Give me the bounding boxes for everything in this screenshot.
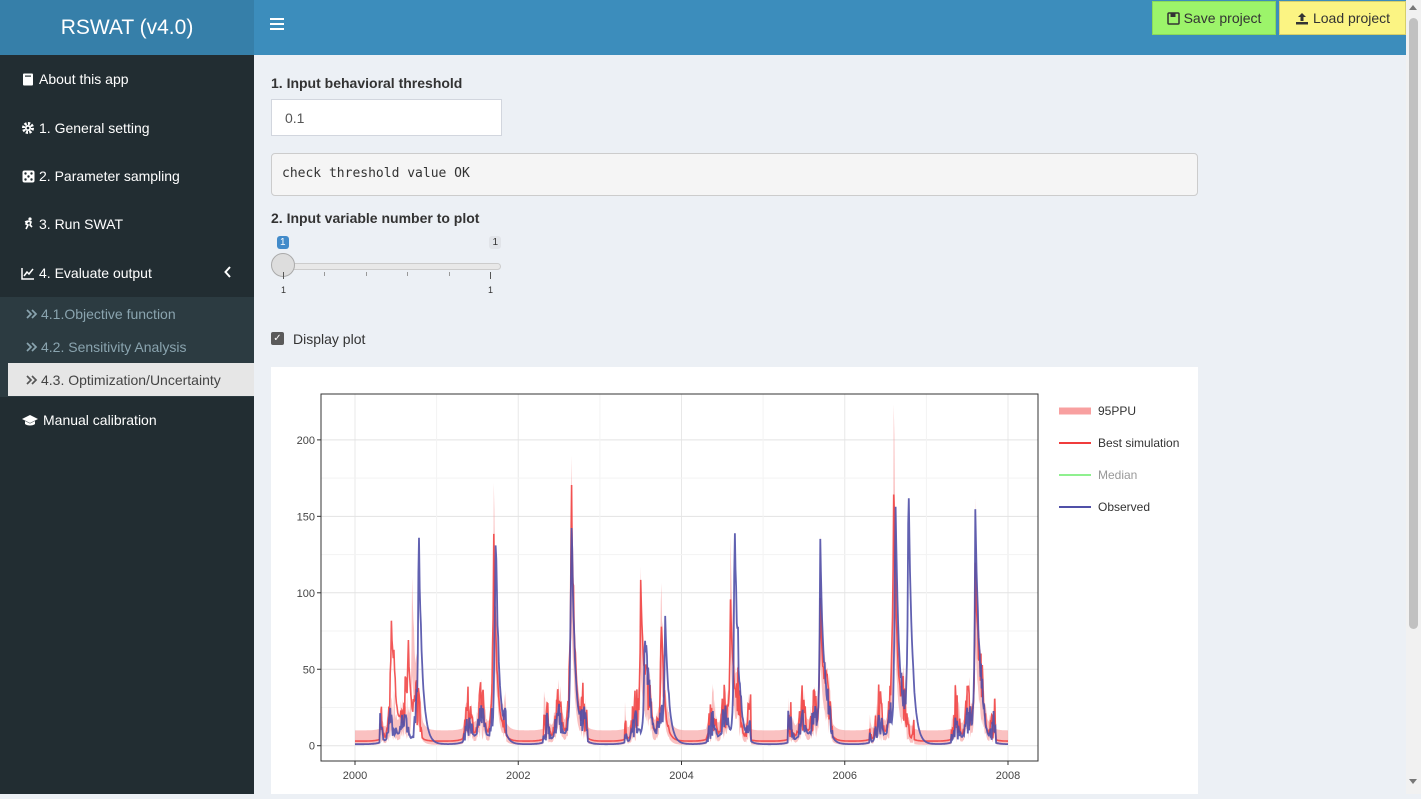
double-chevron-right-icon: [26, 339, 38, 355]
sidebar-subitem-optimization-uncertainty[interactable]: 4.3. Optimization/Uncertainty: [8, 363, 254, 396]
slider-tick: [324, 272, 325, 276]
double-chevron-right-icon: [26, 306, 38, 322]
sidebar: About this app 1. General setting 2. Par…: [0, 55, 254, 794]
graduation-cap-icon: [20, 414, 40, 427]
variable-number-label: 2. Input variable number to plot: [271, 210, 480, 226]
load-project-button[interactable]: Load project: [1279, 1, 1406, 35]
threshold-check-output: check threshold value OK: [271, 153, 1198, 196]
display-plot-checkbox[interactable]: ✓: [271, 332, 284, 345]
display-plot-label: Display plot: [293, 331, 366, 347]
gear-icon: [20, 121, 36, 135]
sidebar-item-parameter-sampling[interactable]: 2. Parameter sampling: [0, 156, 254, 196]
slider-min-label: 1: [277, 236, 289, 249]
save-project-button[interactable]: Save project: [1152, 1, 1276, 35]
sidebar-item-label: 1. General setting: [39, 120, 150, 136]
upload-icon: [1295, 12, 1308, 24]
x-tick-label: 2000: [343, 770, 367, 782]
legend-label: Median: [1098, 468, 1137, 482]
slider-tick-label-max: 1: [488, 285, 494, 295]
slider-track[interactable]: [281, 263, 501, 270]
sidebar-item-about[interactable]: About this app: [0, 59, 254, 99]
scroll-down-arrow-icon[interactable]: [1409, 779, 1417, 784]
variable-number-slider[interactable]: 1 1 1 1: [271, 234, 503, 296]
sidebar-item-label: 4. Evaluate output: [39, 265, 152, 281]
line-chart-icon: [20, 267, 36, 280]
book-icon: [20, 73, 36, 86]
legend-label: 95PPU: [1098, 404, 1136, 418]
slider-tick: [283, 272, 284, 279]
sidebar-subitem-label: 4.2. Sensitivity Analysis: [41, 338, 187, 355]
double-chevron-right-icon: [26, 372, 38, 388]
slider-max-label: 1: [489, 236, 501, 249]
sidebar-subitem-label: 4.1.Objective function: [41, 305, 176, 322]
floppy-disk-icon: [1166, 11, 1180, 25]
scrollbar-thumb[interactable]: [1409, 18, 1418, 629]
threshold-input[interactable]: [271, 99, 502, 136]
y-tick-label: 150: [297, 511, 315, 523]
sidebar-subitem-objective-function[interactable]: 4.1.Objective function: [0, 297, 254, 330]
sidebar-item-label: 3. Run SWAT: [39, 216, 124, 232]
calibration-chart[interactable]: 2000 2002 2004 2006 2008 0 50 100 150 200 95PPU Bes…: [271, 367, 1198, 794]
y-tick-label: 100: [297, 588, 315, 600]
slider-tick: [490, 272, 491, 279]
plot-frame: [320, 393, 1039, 762]
legend-label: Best simulation: [1098, 436, 1179, 450]
running-icon: [20, 217, 36, 231]
y-tick-label: 50: [303, 664, 315, 676]
x-tick-label: 2002: [506, 770, 530, 782]
sidebar-subitem-label: 4.3. Optimization/Uncertainty: [41, 371, 221, 388]
plot-panel: 2000 2002 2004 2006 2008 0 50 100 150 200 95PPU Bes…: [271, 367, 1198, 794]
sidebar-subitem-sensitivity-analysis[interactable]: 4.2. Sensitivity Analysis: [0, 330, 254, 363]
legend-label: Observed: [1098, 500, 1150, 514]
x-tick-label: 2006: [833, 770, 857, 782]
slider-tick-label-min: 1: [281, 285, 287, 295]
chevron-left-icon: [224, 265, 232, 281]
x-tick-label: 2008: [996, 770, 1020, 782]
save-project-label: Save project: [1183, 10, 1262, 26]
y-tick-label: 200: [297, 435, 315, 447]
page-scrollbar[interactable]: [1406, 0, 1421, 794]
slider-tick: [407, 272, 408, 276]
slider-tick: [449, 272, 450, 276]
app-title: RSWAT (v4.0): [60, 15, 194, 39]
dice-icon: [20, 170, 36, 183]
sidebar-item-general-setting[interactable]: 1. General setting: [0, 108, 254, 148]
sidebar-item-label: About this app: [39, 71, 129, 87]
threshold-label: 1. Input behavioral threshold: [271, 75, 463, 91]
slider-tick: [366, 272, 367, 276]
sidebar-item-manual-calibration[interactable]: Manual calibration: [0, 400, 254, 440]
y-tick-label: 0: [309, 741, 315, 753]
sidebar-item-label: 2. Parameter sampling: [39, 168, 180, 184]
sidebar-item-evaluate-output[interactable]: 4. Evaluate output: [0, 253, 254, 293]
scroll-up-arrow-icon[interactable]: [1409, 5, 1417, 10]
app-logo[interactable]: RSWAT (v4.0): [0, 0, 254, 55]
sidebar-item-label: Manual calibration: [43, 412, 157, 428]
hamburger-menu-icon[interactable]: [270, 18, 284, 32]
load-project-label: Load project: [1312, 10, 1391, 26]
top-navbar: Save project Load project: [254, 0, 1406, 55]
x-tick-label: 2004: [669, 770, 693, 782]
sidebar-item-run-swat[interactable]: 3. Run SWAT: [0, 204, 254, 244]
